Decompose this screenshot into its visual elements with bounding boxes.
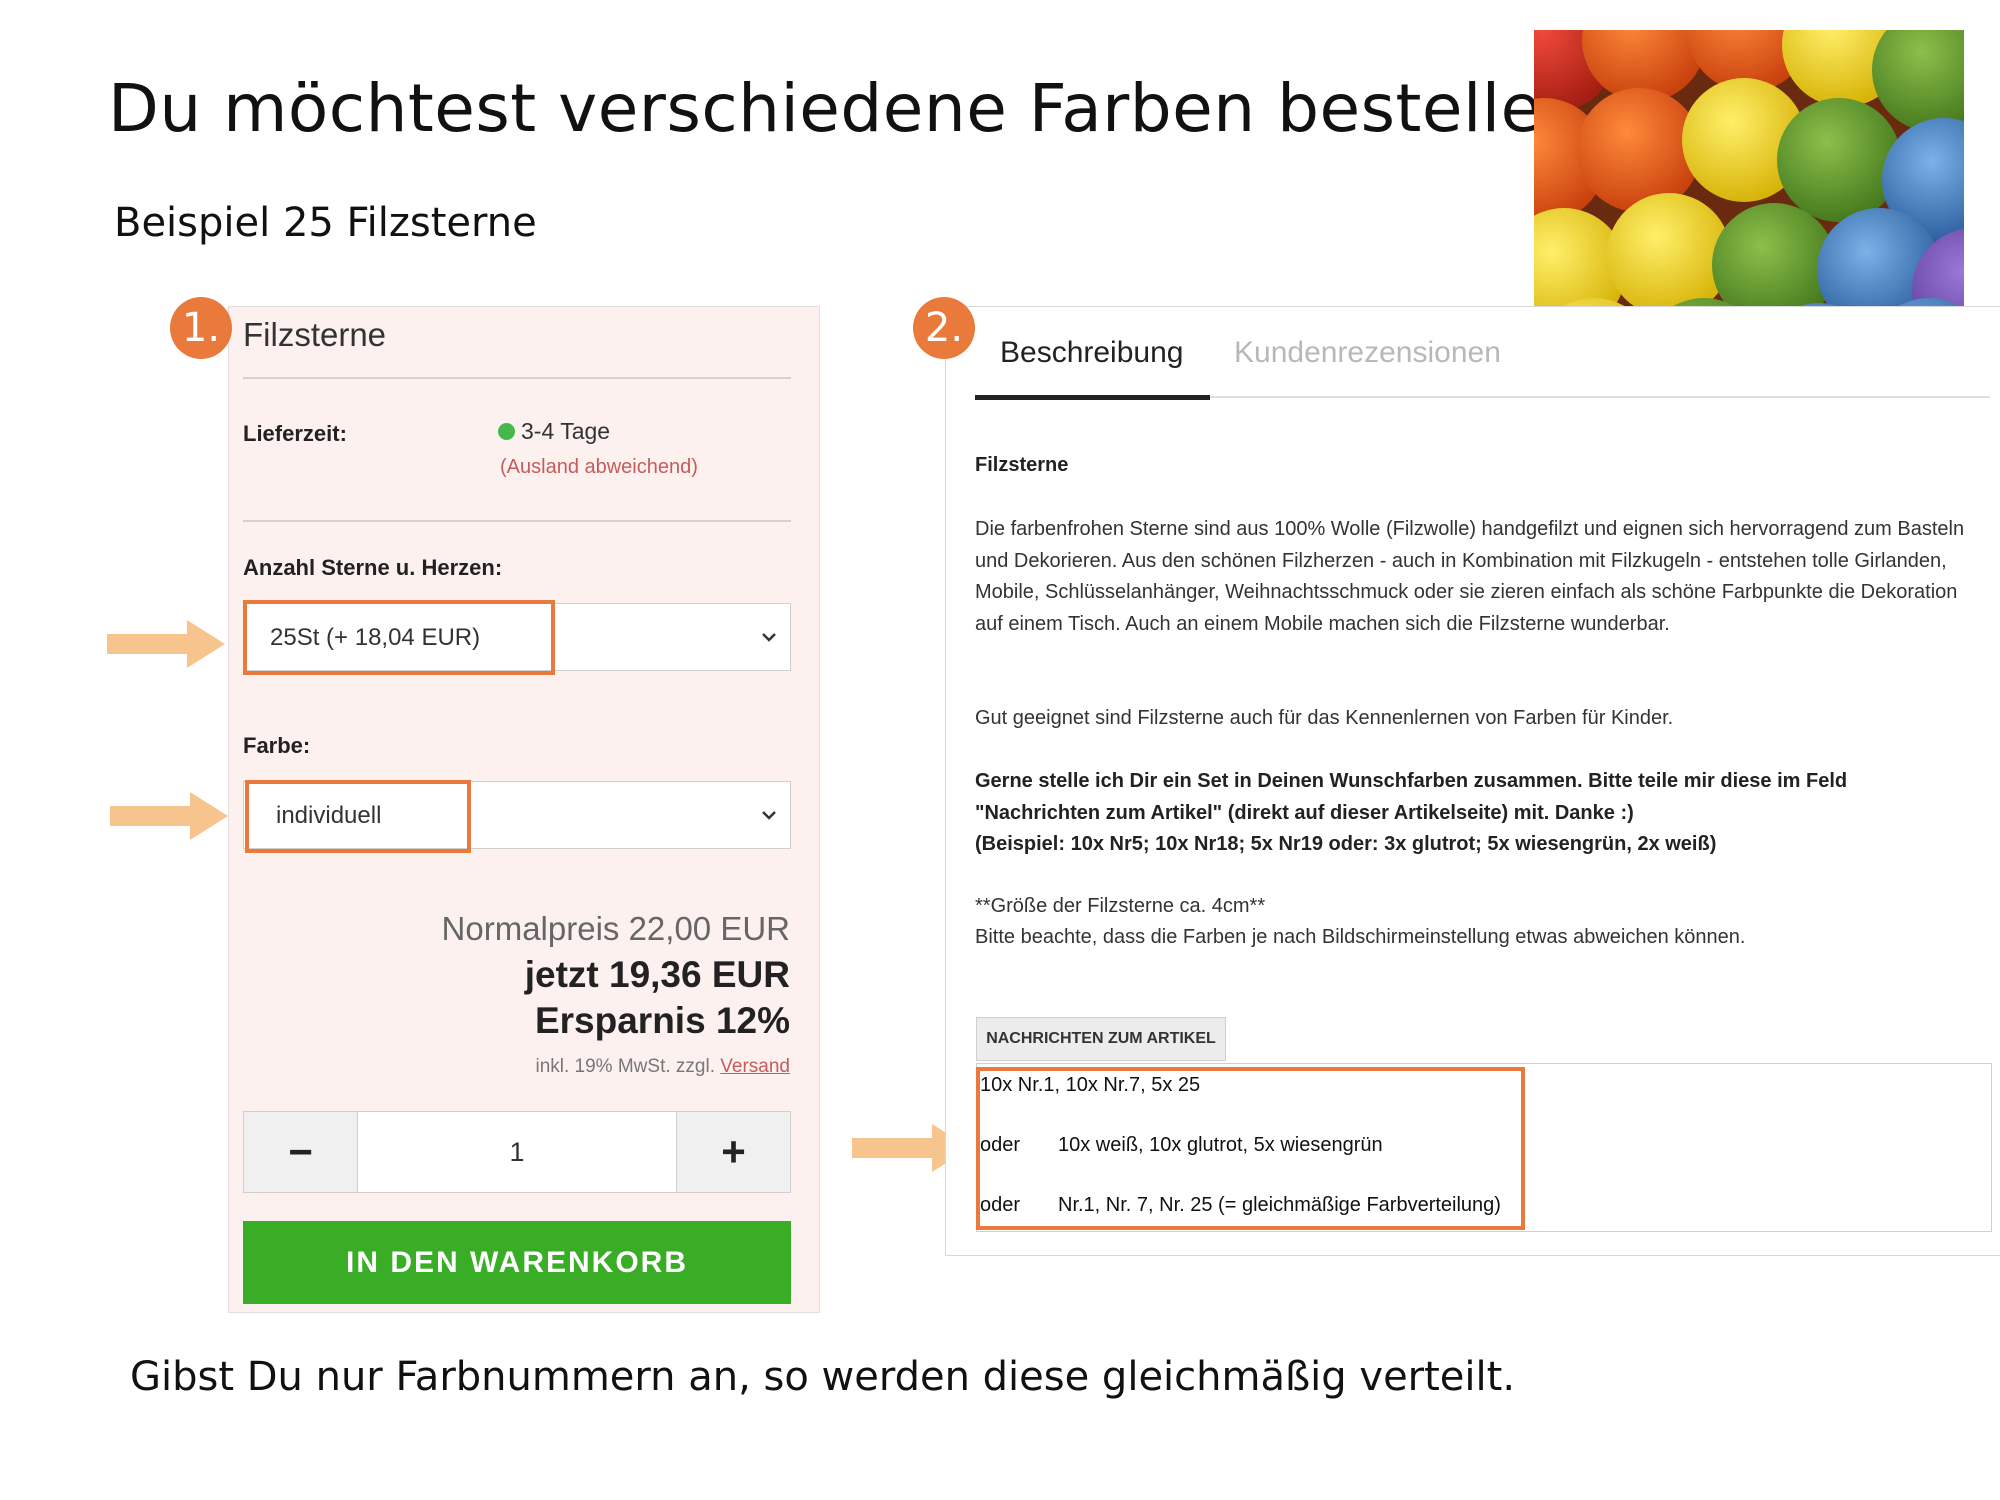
description-note: Bitte beachte, dass die Farben je nach B… — [975, 926, 1746, 948]
decrease-button[interactable]: − — [244, 1112, 358, 1192]
tab-reviews[interactable]: Kundenrezensionen — [1234, 336, 1501, 370]
slide-title: Du möchtest verschiedene Farben bestelle… — [108, 70, 1620, 147]
felt-balls-image — [1534, 30, 1964, 328]
step-badge-1: 1. — [170, 297, 232, 359]
product-title: Filzsterne — [243, 316, 387, 353]
add-to-cart-button[interactable]: IN DEN WARENKORB — [243, 1221, 791, 1304]
delivery-label: Lieferzeit: — [243, 421, 347, 446]
tab-divider — [1210, 396, 1990, 398]
current-price: jetzt 19,36 EUR — [524, 954, 790, 995]
step-badge-2: 2. — [913, 297, 975, 359]
chevron-down-icon — [762, 811, 776, 820]
availability-dot-icon — [498, 423, 515, 440]
slide-subtitle: Beispiel 25 Filzsterne — [114, 200, 537, 246]
delivery-value: 3-4 Tage — [521, 418, 611, 444]
shipping-link[interactable]: Versand — [720, 1056, 790, 1077]
chevron-down-icon — [762, 633, 776, 642]
count-label: Anzahl Sterne u. Herzen: — [243, 555, 503, 580]
description-paragraph: Die farbenfrohen Sterne sind aus 100% Wo… — [975, 518, 1965, 635]
arrow-right-icon — [107, 620, 225, 668]
description-heading: Filzsterne — [975, 454, 1069, 476]
highlight-box-count — [243, 600, 555, 675]
description-size: **Größe der Filzsterne ca. 4cm** — [975, 895, 1266, 917]
divider — [243, 520, 791, 522]
message-label: NACHRICHTEN ZUM ARTIKEL — [976, 1017, 1226, 1061]
increase-button[interactable]: + — [676, 1112, 790, 1192]
delivery-time: 3-4 Tage — [498, 418, 610, 445]
regular-price: Normalpreis 22,00 EUR — [441, 910, 790, 947]
active-tab-indicator — [975, 395, 1210, 400]
description-bold-note: Gerne stelle ich Dir ein Set in Deinen W… — [975, 770, 1848, 824]
delivery-note: (Ausland abweichend) — [500, 456, 698, 478]
savings: Ersparnis 12% — [534, 1000, 790, 1041]
slide-footer: Gibst Du nur Farbnummern an, so werden d… — [130, 1354, 1516, 1400]
quantity-stepper: − 1 + — [243, 1111, 791, 1193]
description-example: (Beispiel: 10x Nr5; 10x Nr18; 5x Nr19 od… — [975, 833, 1717, 855]
quantity-input[interactable]: 1 — [357, 1112, 677, 1192]
arrow-right-icon — [110, 792, 228, 840]
highlight-box-message — [976, 1067, 1525, 1230]
tax-text: inkl. 19% MwSt. zzgl. — [535, 1056, 715, 1077]
tax-note: inkl. 19% MwSt. zzgl. Versand — [535, 1056, 790, 1078]
color-label: Farbe: — [243, 733, 311, 758]
divider — [243, 377, 791, 379]
description-paragraph: Gut geeignet sind Filzsterne auch für da… — [975, 707, 1674, 729]
tab-description[interactable]: Beschreibung — [1000, 336, 1183, 370]
highlight-box-color — [245, 780, 471, 853]
